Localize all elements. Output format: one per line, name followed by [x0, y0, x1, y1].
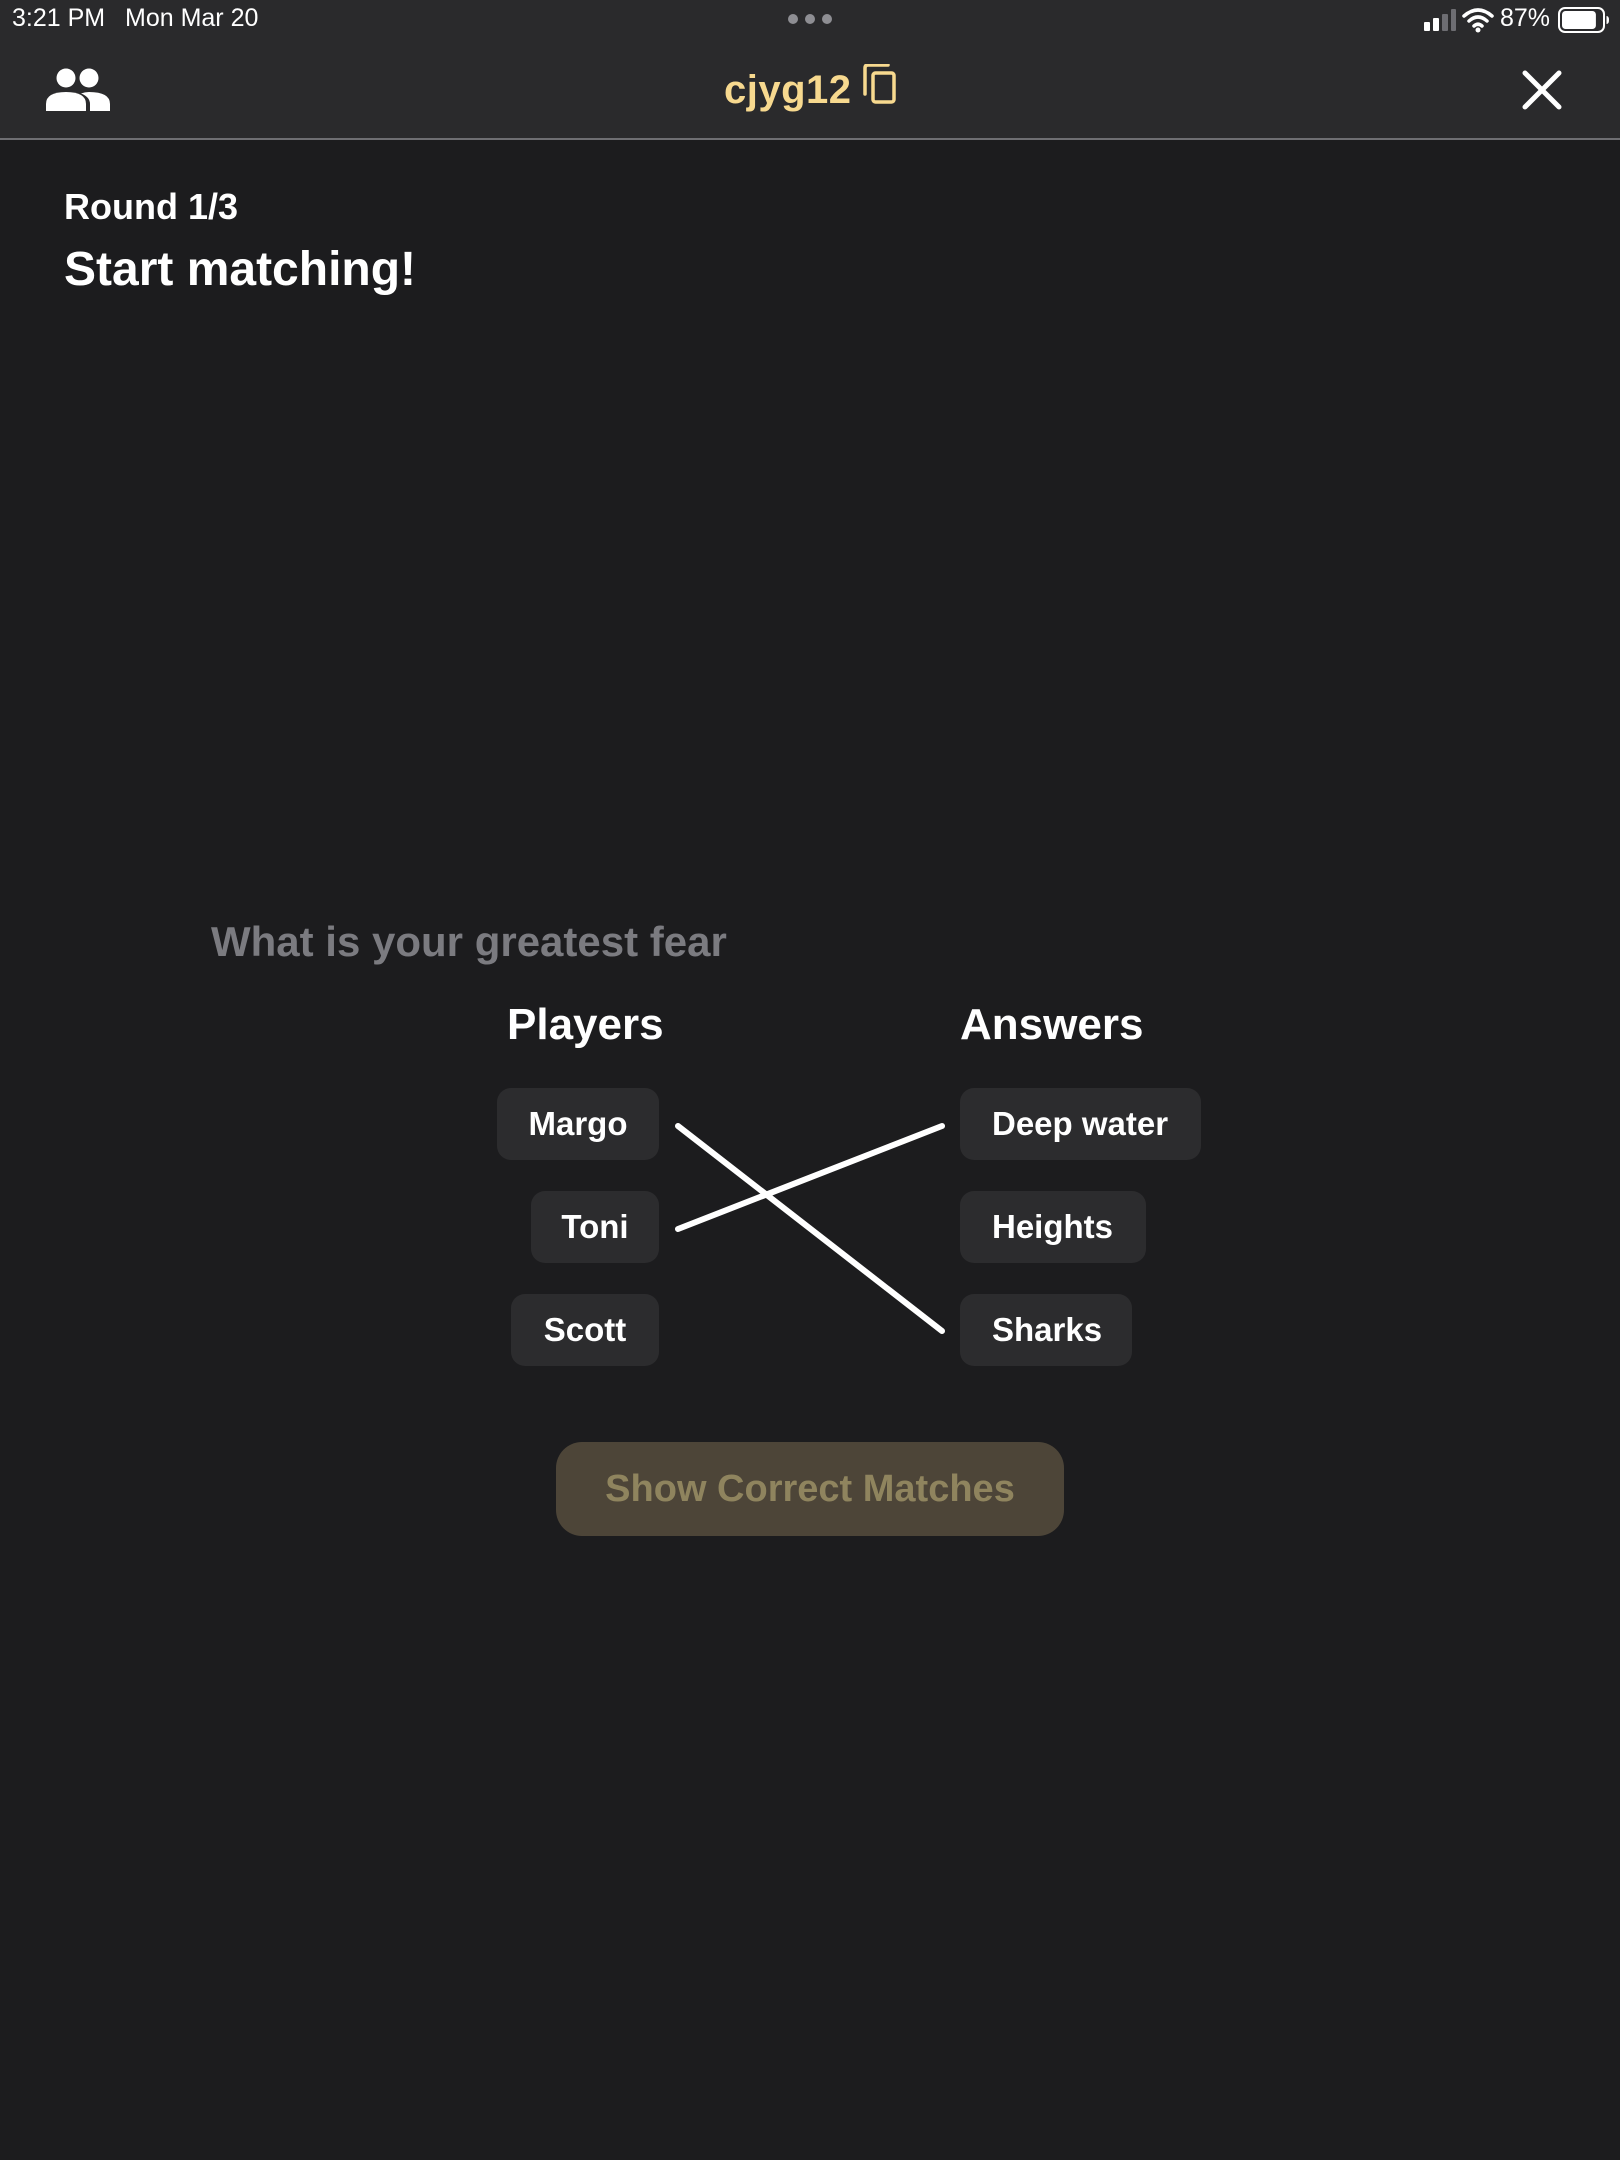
round-label: Round 1/3	[64, 186, 239, 227]
player-chip-margo[interactable]: Margo	[497, 1088, 659, 1160]
status-time: 3:21 PM	[12, 4, 106, 32]
question-text: What is your greatest fear	[211, 918, 727, 965]
room-code: cjyg12	[724, 67, 852, 112]
battery-percent: 87%	[1500, 4, 1551, 32]
cellular-signal-icon	[1424, 9, 1456, 31]
status-date: Mon Mar 20	[125, 4, 259, 32]
wifi-icon	[1462, 8, 1494, 33]
nav-bar: cjyg12	[0, 40, 1620, 140]
match-lines	[675, 1123, 945, 1334]
match-line	[675, 1123, 945, 1334]
answer-chip-heights[interactable]: Heights	[960, 1191, 1146, 1263]
players-column-header: Players	[507, 1000, 664, 1049]
status-bar: 3:21 PM Mon Mar 20 87%	[0, 0, 1620, 40]
battery-icon	[1558, 7, 1609, 33]
answer-chip-sharks[interactable]: Sharks	[960, 1294, 1132, 1366]
multitask-dots-icon[interactable]	[788, 14, 832, 24]
player-chip-toni[interactable]: Toni	[531, 1191, 659, 1263]
answers-column-header: Answers	[960, 1000, 1144, 1049]
match-line	[675, 1123, 945, 1232]
copy-icon[interactable]	[862, 64, 900, 106]
page-title: Start matching!	[64, 243, 417, 296]
answer-chip-deep-water[interactable]: Deep water	[960, 1088, 1201, 1160]
close-icon[interactable]	[1520, 68, 1564, 112]
show-correct-matches-button[interactable]: Show Correct Matches	[556, 1442, 1064, 1536]
people-icon[interactable]	[46, 67, 110, 113]
room-code-copy-button[interactable]: cjyg12	[724, 62, 900, 118]
player-chip-scott[interactable]: Scott	[511, 1294, 659, 1366]
app-root: 3:21 PM Mon Mar 20 87% cjyg12 Round 1/3 …	[0, 0, 1620, 2160]
